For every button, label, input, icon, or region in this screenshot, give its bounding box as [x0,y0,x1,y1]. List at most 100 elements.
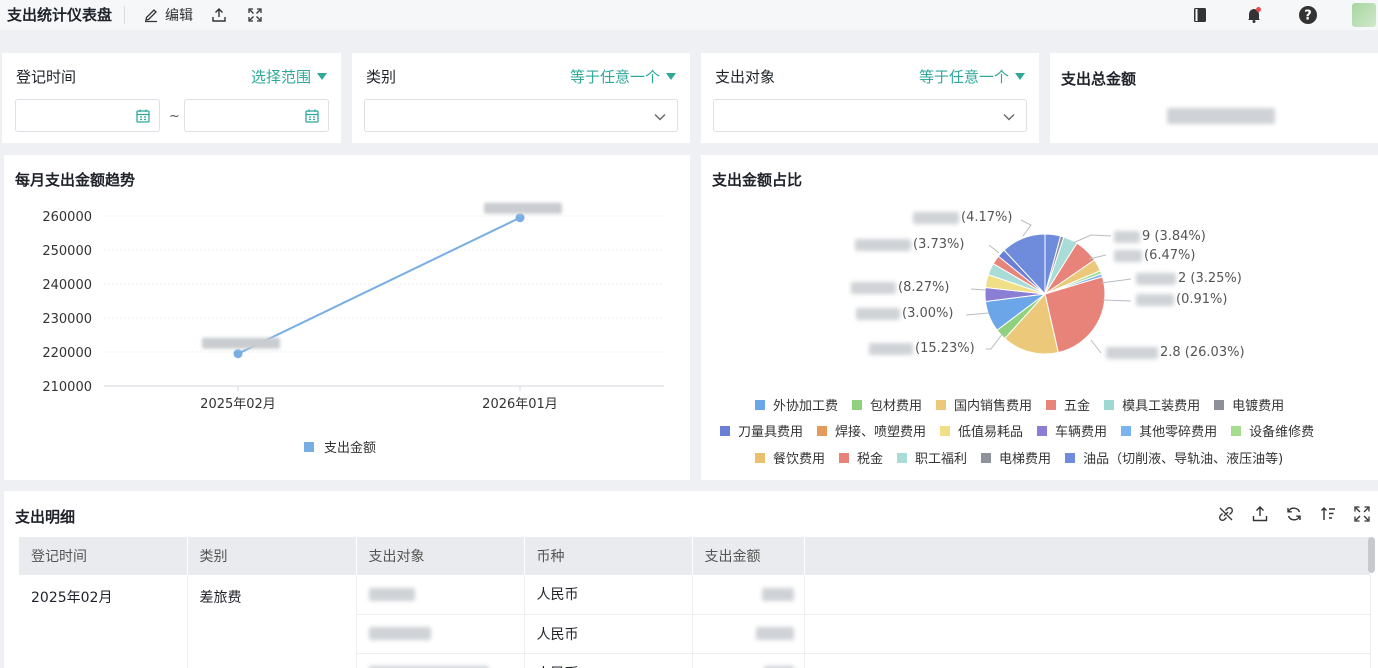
column-header-empty [804,537,1371,575]
avatar[interactable] [1352,3,1376,27]
y-tick-label: 260000 [42,210,92,225]
pie-label: 2.8 (26.03%) [1106,345,1245,360]
legend-item[interactable]: 车辆费用 [1037,421,1107,440]
expand-icon[interactable] [1352,504,1372,524]
legend-item[interactable]: 设备维修费 [1231,421,1314,440]
legend-swatch [720,425,730,436]
caret-down-icon [666,73,676,80]
leader-line [986,332,1004,350]
legend-swatch [1214,399,1225,410]
legend-label: 模具工装费用 [1122,399,1201,414]
y-tick-label: 210000 [42,380,92,395]
legend-item[interactable]: 税金 [839,448,883,467]
legend-item[interactable]: 五金 [1046,395,1090,414]
legend-item[interactable]: 模具工装费用 [1104,395,1200,414]
amount-cell [692,653,805,668]
pie-label: (6.47%) [1114,248,1195,263]
target-operator-link[interactable]: 等于任意一个 [919,66,1009,87]
date-range-selector[interactable]: 选择范围 [251,66,327,87]
calendar-icon [304,108,320,128]
legend-swatch [897,452,908,463]
help-icon[interactable]: ? [1298,5,1318,25]
x-tick-label: 2025年02月 [200,397,276,412]
legend-item[interactable]: 餐饮费用 [755,448,825,467]
target-filter-card: 支出对象 等于任意一个 [701,53,1039,143]
target-select[interactable] [713,99,1027,132]
book-icon[interactable] [1190,5,1210,25]
category-operator-selector[interactable]: 等于任意一个 [570,66,676,87]
pie-label: (8.27%) [851,280,949,295]
column-header[interactable]: 支出金额 [692,537,805,575]
leader-line [1100,278,1132,284]
legend-swatch [1231,425,1242,436]
series-line [237,216,521,355]
legend-swatch [981,452,992,463]
date-range-link[interactable]: 选择范围 [251,66,311,87]
trend-legend[interactable]: 支出金额 [304,437,376,456]
leader-line [988,244,1000,254]
fullscreen-button[interactable] [245,5,265,25]
pie-label: 2 (3.25%) [1136,271,1242,286]
target-cell [356,575,525,615]
legend-label: 五金 [1064,399,1091,414]
upload-icon [209,5,229,25]
column-header[interactable]: 币种 [524,537,693,575]
legend-item[interactable]: 国内销售费用 [936,395,1032,414]
legend-item[interactable]: 电镀费用 [1214,395,1284,414]
legend-label: 刀量具费用 [738,425,804,440]
column-header[interactable]: 支出对象 [356,537,525,575]
category-filter-label: 类别 [366,68,397,86]
y-tick-label: 240000 [42,278,92,293]
legend-label: 车辆费用 [1055,425,1108,440]
data-label-masked [202,337,280,349]
target-operator-selector[interactable]: 等于任意一个 [919,66,1025,87]
y-tick-label: 250000 [42,244,92,259]
category-operator-link[interactable]: 等于任意一个 [570,66,660,87]
legend-item[interactable]: 包材费用 [852,395,922,414]
empty-cell [804,614,1371,654]
legend-item[interactable]: 电梯费用 [981,448,1051,467]
unlink-icon[interactable] [1216,504,1236,524]
legend-item[interactable]: 外协加工费 [755,395,838,414]
data-point [233,349,243,359]
bell-icon[interactable] [1244,5,1264,25]
sort-icon[interactable] [1318,504,1338,524]
share-button[interactable] [209,5,229,25]
date-cell: 2025年02月 [19,575,188,668]
column-header[interactable]: 登记时间 [19,537,188,575]
legend-label: 国内销售费用 [954,399,1033,414]
export-icon[interactable] [1250,504,1270,524]
pencil-icon [141,5,161,25]
pie-label: (4.17%) [913,210,1012,225]
legend-item[interactable]: 刀量具费用 [720,421,803,440]
end-date-input[interactable] [184,99,329,132]
column-header[interactable]: 类别 [187,537,357,575]
legend-swatch [940,425,951,436]
legend-item[interactable]: 职工福利 [897,448,967,467]
currency-cell: 人民币 [524,653,693,668]
legend-label: 电镀费用 [1232,399,1285,414]
legend-swatch [755,452,765,463]
start-date-input[interactable] [15,99,160,132]
table-scrollbar[interactable] [1368,537,1375,573]
total-amount-value [1167,108,1275,124]
table-row[interactable]: 2025年02月 差旅费 人民币 [19,575,1371,668]
detail-table-title: 支出明细 [15,508,76,526]
legend-swatch [1065,452,1076,463]
legend-label: 餐饮费用 [773,452,826,467]
amount-cell [692,575,805,615]
legend-item[interactable]: 低值易耗品 [940,421,1023,440]
legend-label: 设备维修费 [1249,425,1315,440]
legend-item[interactable]: 油品（切削液、导轨油、液压油等) [1065,448,1283,467]
legend-item[interactable]: 焊接、喷塑费用 [817,421,926,440]
empty-cell [804,653,1371,668]
detail-table: 登记时间 类别 支出对象 币种 支出金额 2025年02月 差旅费 人民币 人民… [19,537,1371,668]
legend-item[interactable]: 其他零碎费用 [1121,421,1217,440]
edit-button[interactable]: 编辑 [141,5,193,25]
table-header-row: 登记时间 类别 支出对象 币种 支出金额 [19,537,1371,575]
refresh-icon[interactable] [1284,504,1304,524]
category-select[interactable] [364,99,678,132]
pie-chart [965,219,1132,355]
legend-swatch [755,399,765,410]
leader-line [1102,299,1132,302]
